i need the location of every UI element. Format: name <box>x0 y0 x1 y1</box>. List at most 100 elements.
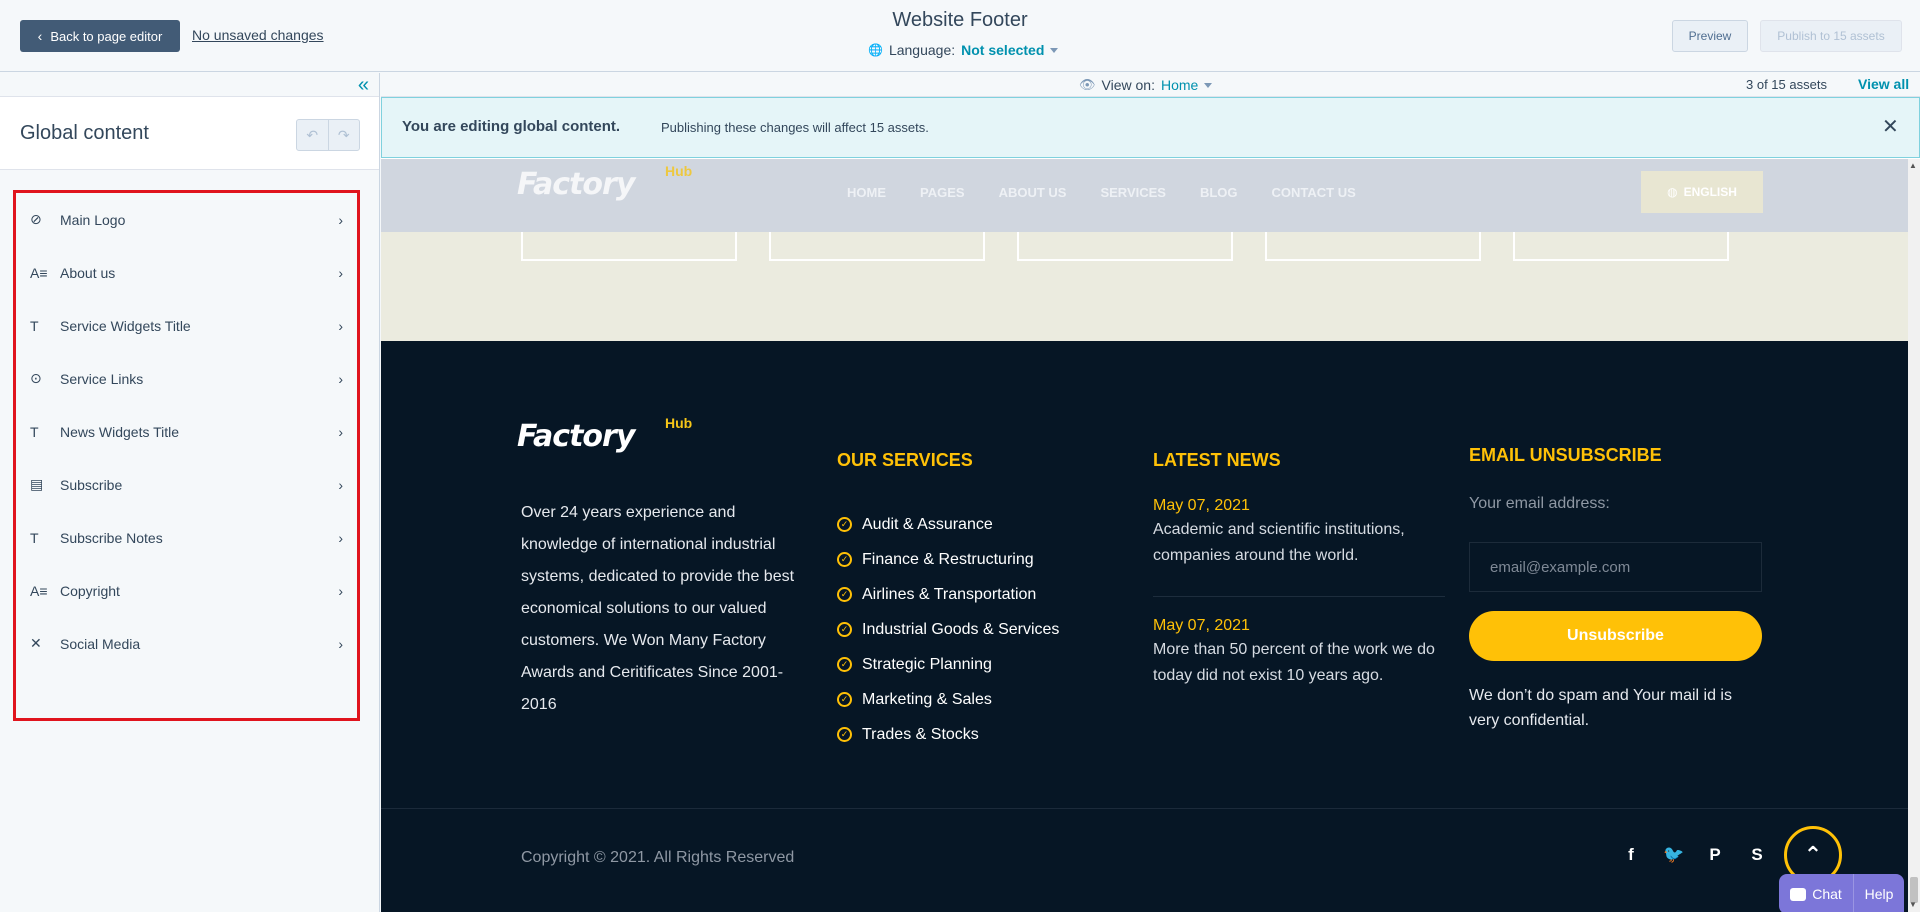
site-footer: Factory Hub Over 24 years experience and… <box>381 341 1908 912</box>
services-title: OUR SERVICES <box>837 450 973 470</box>
module-item-about-us[interactable]: A≡ About us › <box>16 246 357 299</box>
nav-services[interactable]: SERVICES <box>1100 185 1166 200</box>
back-button-label: Back to page editor <box>50 28 163 44</box>
news-text: Academic and scientific institutions, co… <box>1153 521 1405 564</box>
subscribe-note: We don’t do spam and Your mail id is ver… <box>1469 687 1732 729</box>
service-link[interactable]: ✓ Finance & Restructuring <box>837 542 1059 577</box>
alert-title: You are editing global content. <box>402 118 621 135</box>
service-label: Marketing & Sales <box>862 690 992 708</box>
caret-down-icon <box>1204 82 1213 88</box>
news-item[interactable]: May 07, 2021 Academic and scientific ins… <box>1153 497 1443 569</box>
module-label: Subscribe <box>60 476 123 493</box>
chevron-right-icon: › <box>338 582 343 599</box>
check-circle-icon: ✓ <box>837 692 852 707</box>
email-input[interactable] <box>1469 542 1762 592</box>
social-icon: ✕ <box>30 635 42 651</box>
links-icon: ⊙ <box>30 370 42 386</box>
text-icon: T <box>30 423 39 440</box>
logo-hub: Hub <box>665 163 693 179</box>
check-circle-icon: ✓ <box>837 517 852 532</box>
service-label: Trades & Stocks <box>862 725 979 743</box>
facebook-icon[interactable]: f <box>1621 845 1641 865</box>
unsaved-changes-link[interactable]: No unsaved changes <box>192 27 324 43</box>
globe-icon: ◍ <box>1667 185 1678 199</box>
content-band <box>381 232 1908 341</box>
double-chevron-left-icon[interactable]: « <box>358 74 369 96</box>
nav-home[interactable]: HOME <box>847 185 886 200</box>
chevron-right-icon: › <box>338 317 343 334</box>
skype-icon[interactable]: S <box>1747 845 1767 865</box>
module-item-service-widgets-title[interactable]: T Service Widgets Title › <box>16 299 357 352</box>
check-circle-icon: ✓ <box>837 552 852 567</box>
sidebar-header: Global content ↶ ↷ <box>0 97 379 170</box>
chat-widget: Chat Help <box>1779 874 1904 912</box>
publish-button[interactable]: Publish to 15 assets <box>1760 20 1902 52</box>
card-outline <box>521 232 737 261</box>
logo-icon: ⊘ <box>30 211 42 227</box>
module-item-social-media[interactable]: ✕ Social Media › <box>16 617 357 670</box>
nav-logo[interactable]: Factory Hub <box>517 163 692 202</box>
help-button[interactable]: Help <box>1854 874 1904 912</box>
language-dropdown[interactable]: Not selected <box>961 42 1059 58</box>
redo-icon[interactable]: ↷ <box>329 120 360 150</box>
preview-pane: 👁 View on: Home 3 of 15 assets View all … <box>381 73 1920 912</box>
service-label: Strategic Planning <box>862 655 992 673</box>
view-on-dropdown[interactable]: Home <box>1161 77 1213 93</box>
service-label: Airlines & Transportation <box>862 585 1037 603</box>
module-item-main-logo[interactable]: ⊘ Main Logo › <box>16 193 357 246</box>
nav-about-us[interactable]: ABOUT US <box>999 185 1067 200</box>
module-item-subscribe-notes[interactable]: T Subscribe Notes › <box>16 511 357 564</box>
nav-links: HOME PAGES ABOUT US SERVICES BLOG CONTAC… <box>847 185 1356 200</box>
logo-text: Factory <box>517 419 635 454</box>
chevron-left-icon: ‹ <box>37 28 43 44</box>
module-label: Social Media <box>60 635 141 652</box>
module-label: Subscribe Notes <box>60 529 163 546</box>
pinterest-icon[interactable]: P <box>1705 845 1725 865</box>
module-item-news-widgets-title[interactable]: T News Widgets Title › <box>16 405 357 458</box>
service-link[interactable]: ✓ Industrial Goods & Services <box>837 612 1059 647</box>
service-link[interactable]: ✓ Audit & Assurance <box>837 507 1059 542</box>
module-list: ⊘ Main Logo › A≡ About us › T Service Wi… <box>13 190 360 721</box>
news-item[interactable]: May 07, 2021 More than 50 percent of the… <box>1153 617 1443 689</box>
service-link[interactable]: ✓ Airlines & Transportation <box>837 577 1059 612</box>
caret-down-icon <box>1050 47 1059 53</box>
footer-logo[interactable]: Factory Hub <box>517 415 692 454</box>
language-label: Language: <box>888 42 956 58</box>
service-label: Finance & Restructuring <box>862 550 1034 568</box>
module-label: News Widgets Title <box>60 423 180 440</box>
undo-icon[interactable]: ↶ <box>297 120 329 150</box>
chat-button[interactable]: Chat <box>1779 874 1854 912</box>
check-circle-icon: ✓ <box>837 657 852 672</box>
nav-blog[interactable]: BLOG <box>1200 185 1238 200</box>
check-circle-icon: ✓ <box>837 727 852 742</box>
news-title: LATEST NEWS <box>1153 450 1281 470</box>
service-link[interactable]: ✓ Marketing & Sales <box>837 682 1059 717</box>
logo-hub: Hub <box>665 415 693 431</box>
module-item-service-links[interactable]: ⊙ Service Links › <box>16 352 357 405</box>
nav-contact-us[interactable]: CONTACT US <box>1272 185 1356 200</box>
preview-button[interactable]: Preview <box>1672 20 1748 52</box>
nav-pages[interactable]: PAGES <box>920 185 965 200</box>
card-outline <box>1017 232 1233 261</box>
news-divider <box>1153 596 1445 597</box>
view-on-bar: 👁 View on: Home 3 of 15 assets View all <box>381 73 1920 97</box>
scroll-up-arrow-icon[interactable]: ▲ <box>1909 161 1917 170</box>
module-item-copyright[interactable]: A≡ Copyright › <box>16 564 357 617</box>
view-all-link[interactable]: View all <box>1858 76 1909 92</box>
copyright-text: Copyright © 2021. All Rights Reserved <box>521 849 795 866</box>
close-icon[interactable]: ✕ <box>1882 114 1899 139</box>
service-link[interactable]: ✓ Strategic Planning <box>837 647 1059 682</box>
service-link[interactable]: ✓ Trades & Stocks <box>837 717 1059 752</box>
module-item-subscribe[interactable]: ▤ Subscribe › <box>16 458 357 511</box>
unsubscribe-button[interactable]: Unsubscribe <box>1469 611 1762 661</box>
editor-header: ‹ Back to page editor No unsaved changes… <box>0 0 1920 72</box>
preview-scrollbar[interactable]: ▲ ▼ <box>1908 159 1920 912</box>
global-content-alert: You are editing global content. Publishi… <box>381 97 1920 158</box>
site-language-label: ENGLISH <box>1683 185 1737 199</box>
scroll-down-arrow-icon[interactable]: ▼ <box>1909 900 1917 909</box>
text-icon: T <box>30 317 39 334</box>
twitter-icon[interactable]: 🐦 <box>1663 845 1684 865</box>
services-list: ✓ Audit & Assurance ✓ Finance & Restructur… <box>837 507 1059 752</box>
site-language-button[interactable]: ◍ ENGLISH <box>1641 171 1763 213</box>
back-to-page-editor-button[interactable]: ‹ Back to page editor <box>20 20 180 52</box>
